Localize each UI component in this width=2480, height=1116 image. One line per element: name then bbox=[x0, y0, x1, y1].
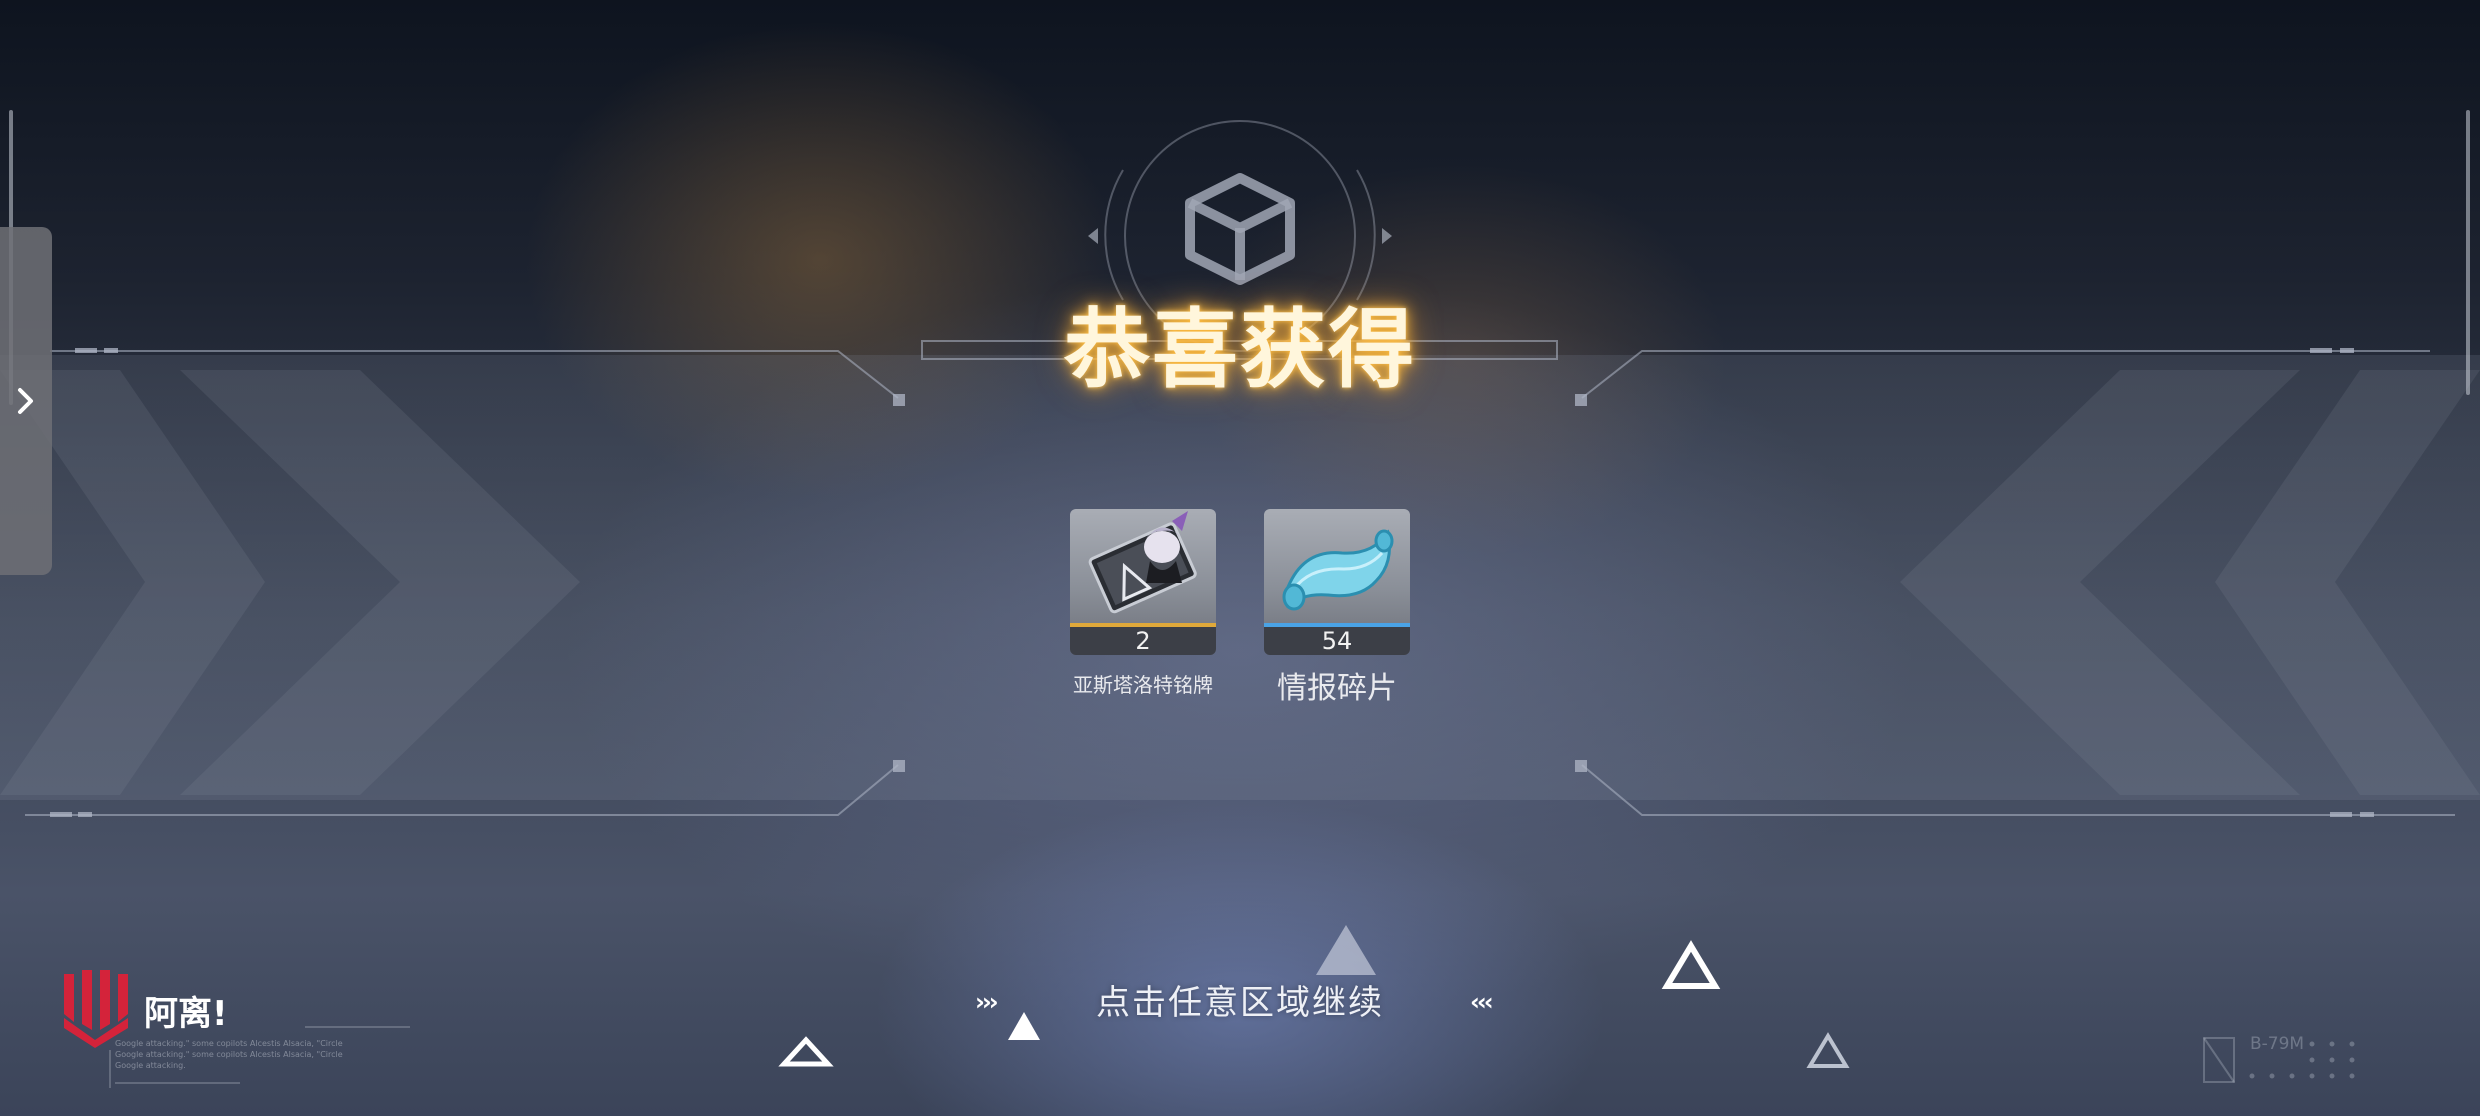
overlay-line: Google attacking." some copilots Alcesti… bbox=[115, 1039, 343, 1048]
brand-logo-icon bbox=[64, 970, 128, 1048]
scroll-fragment-icon bbox=[1282, 529, 1394, 611]
right-edge-indicator bbox=[2466, 110, 2470, 395]
reward-card[interactable]: 2 bbox=[1070, 509, 1216, 655]
version-label: B-79M bbox=[2250, 1034, 2305, 1054]
reward-count: 54 bbox=[1264, 627, 1410, 655]
overlay-line: Google attacking. bbox=[115, 1061, 186, 1070]
continue-arrows-left: ››› bbox=[975, 988, 999, 1016]
overlay-text: Google attacking." some copilots Alcesti… bbox=[115, 1038, 345, 1071]
reward-card[interactable]: 54 bbox=[1264, 509, 1410, 655]
overlay-line: Google attacking." some copilots Alcesti… bbox=[115, 1050, 343, 1059]
reward-count: 2 bbox=[1070, 627, 1216, 655]
chevron-right-icon bbox=[18, 388, 33, 414]
background-decor bbox=[0, 120, 2480, 1088]
continue-prompt[interactable]: 点击任意区域继续 bbox=[1080, 978, 1400, 1028]
continue-arrows-right: ‹‹‹ bbox=[1470, 988, 1494, 1016]
crate-icon bbox=[1185, 173, 1295, 285]
reward-name: 情报碎片 bbox=[1277, 671, 1397, 706]
nameplate-icon bbox=[1088, 511, 1197, 614]
reward-item[interactable]: 2 亚斯塔洛特铭牌 bbox=[1070, 509, 1216, 698]
reward-title: 恭喜获得 bbox=[1064, 299, 1416, 400]
reward-name: 亚斯塔洛特铭牌 bbox=[1073, 673, 1213, 697]
player-name: 阿离! bbox=[144, 994, 228, 1034]
reward-item[interactable]: 54 情报碎片 bbox=[1264, 509, 1410, 707]
side-panel-toggle[interactable] bbox=[0, 227, 52, 575]
